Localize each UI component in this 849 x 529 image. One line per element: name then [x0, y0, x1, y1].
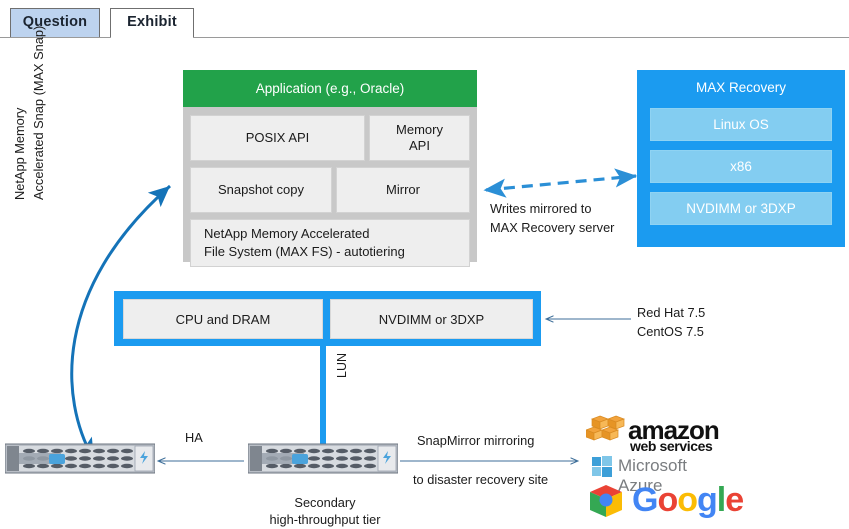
max-recovery-x86-box: x86: [650, 150, 832, 183]
google-logo: Google: [586, 481, 756, 523]
snapmirror-destination-label: to disaster recovery site: [413, 472, 549, 487]
google-cloud-cube-icon: [590, 485, 622, 517]
ha-label: HA: [185, 430, 203, 445]
mirror-box: Mirror: [336, 167, 470, 213]
max-recovery-nvdimm-box: NVDIMM or 3DXP: [650, 192, 832, 225]
posix-api-box: POSIX API: [190, 115, 365, 161]
snapmirror-label: SnapMirror mirroring: [417, 433, 535, 448]
exhibit-screen: Question Exhibit Application (e.g., Orac…: [0, 0, 849, 529]
max-recovery-linux-os-box: Linux OS: [650, 108, 832, 141]
azure-logo: Microsoft Azure: [592, 455, 722, 495]
aws-logo: amazon web services: [586, 414, 721, 454]
cpu-dram-box: CPU and DRAM: [123, 299, 323, 339]
nvdimm-3dxp-box: NVDIMM or 3DXP: [330, 299, 533, 339]
google-wordmark: Google: [632, 481, 744, 519]
snapshot-copy-box: Snapshot copy: [190, 167, 332, 213]
tab-exhibit[interactable]: Exhibit: [110, 8, 194, 38]
storage-shelf-secondary: [248, 443, 398, 474]
max-recovery-title: MAX Recovery: [695, 79, 787, 95]
aws-wordmark-webservices: web services: [630, 438, 713, 454]
writes-mirrored-label: Writes mirrored to MAX Recovery server: [490, 201, 615, 235]
os-versions-label: Red Hat 7.5 CentOS 7.5: [637, 305, 706, 339]
azure-windows-icon: [592, 456, 612, 477]
secondary-tier-label: Secondary high-throughput tier: [269, 495, 381, 528]
application-header: Application (e.g., Oracle): [183, 70, 477, 107]
storage-shelf-primary: [5, 443, 155, 474]
max-fs-box: NetApp Memory Accelerated File System (M…: [190, 219, 470, 267]
max-snap-vertical-label: NetApp Memory Accelerated Snap (MAX Snap…: [12, 25, 47, 200]
lun-label: LUN: [335, 352, 349, 378]
memory-api-box: Memory API: [369, 115, 470, 161]
tab-bar: Question Exhibit: [0, 0, 849, 38]
